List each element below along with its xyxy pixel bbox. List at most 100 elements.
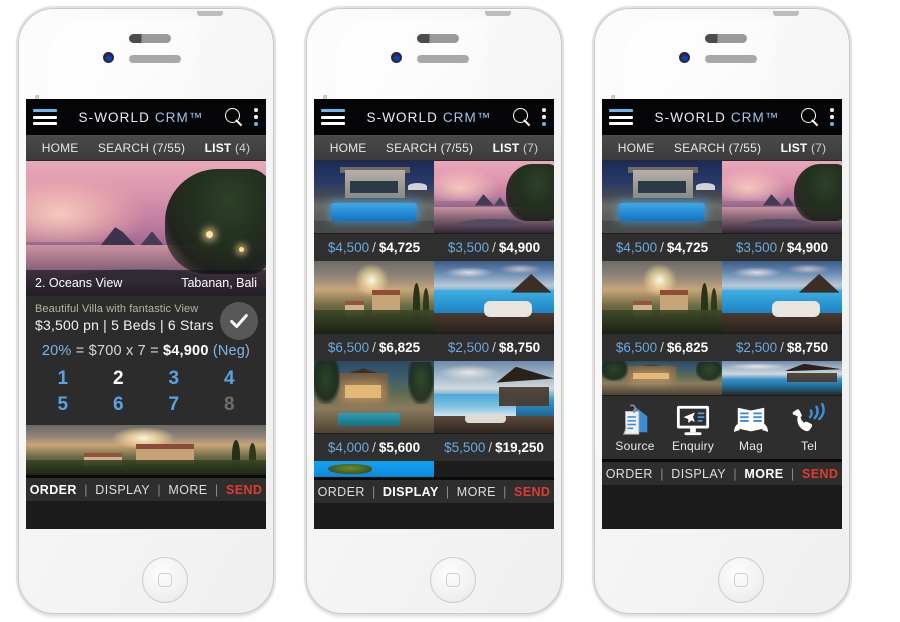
detail-summary-row: Beautiful Villa with fantastic View $3,5…	[35, 302, 258, 340]
grid-item[interactable]	[314, 461, 434, 477]
night-option-1[interactable]: 1	[35, 368, 91, 390]
night-option-2[interactable]: 2	[91, 368, 147, 390]
tab-home[interactable]: HOME	[42, 141, 79, 155]
action-send[interactable]: SEND	[802, 467, 838, 481]
hamburger-icon[interactable]	[33, 109, 57, 125]
grid-item[interactable]: $4,000 / $5,600	[314, 361, 434, 461]
tab-home[interactable]: HOME	[330, 141, 367, 155]
night-option-6[interactable]: 6	[91, 394, 147, 416]
thumb-tropical-daybed-deck	[722, 261, 842, 333]
action-source-label: Source	[615, 439, 655, 453]
tab-list-count: (7)	[810, 140, 827, 155]
monitor-airplane-icon	[676, 405, 710, 436]
home-button[interactable]	[430, 557, 476, 603]
commission-calculation: 20% = $700 x 7 = $4,900 (Neg)	[35, 343, 257, 359]
price-divider: /	[372, 240, 376, 255]
grid-row-partial	[602, 361, 842, 395]
grid-item[interactable]	[722, 361, 842, 395]
price-divider: /	[780, 240, 784, 255]
grid-item[interactable]: $6,500 / $6,825	[602, 261, 722, 361]
action-order[interactable]: ORDER	[30, 483, 77, 497]
brand-suffix: CRM™	[154, 109, 204, 125]
phone-2: S-WORLD CRM™ HOME SEARCH (7/55) LIST (7)	[288, 4, 576, 618]
grid-item[interactable]: $2,500 / $8,750	[722, 261, 842, 361]
night-option-3[interactable]: 3	[146, 368, 202, 390]
checkmark-icon[interactable]	[220, 302, 258, 340]
night-option-7[interactable]: 7	[146, 394, 202, 416]
brand-suffix: CRM™	[730, 109, 780, 125]
power-button[interactable]	[485, 11, 511, 16]
action-display[interactable]: DISPLAY	[95, 483, 150, 497]
tab-list-label: LIST	[780, 140, 808, 155]
tab-search[interactable]: SEARCH (7/55)	[386, 141, 473, 155]
action-tel[interactable]: Tel	[780, 403, 838, 453]
earpiece-speaker	[417, 34, 459, 43]
tab-list[interactable]: LIST (4)	[205, 141, 251, 155]
grid-row: $6,500 / $6,825 $2,500 / $8,750	[602, 261, 842, 361]
grid-item[interactable]: $6,500 / $6,825	[314, 261, 434, 361]
tab-search[interactable]: SEARCH (7/55)	[674, 141, 761, 155]
grid-item[interactable]: $3,500 / $4,900	[434, 161, 554, 261]
home-button[interactable]	[142, 557, 188, 603]
separator-1: |	[660, 466, 664, 481]
price-row: $3,500 / $4,900	[722, 233, 842, 261]
action-enquiry[interactable]: Enquiry	[664, 403, 722, 453]
action-order[interactable]: ORDER	[606, 467, 653, 481]
separator-3: |	[503, 484, 507, 499]
action-more[interactable]: MORE	[457, 485, 496, 499]
tab-search[interactable]: SEARCH (7/55)	[98, 141, 185, 155]
action-display[interactable]: DISPLAY	[671, 467, 726, 481]
grid-item[interactable]: $3,500 / $4,900	[722, 161, 842, 261]
hero-image[interactable]: 2. Oceans View Tabanan, Bali	[26, 161, 266, 296]
grid-item[interactable]: $5,500 / $19,250	[434, 361, 554, 461]
price-low: $2,500	[735, 340, 778, 355]
action-more[interactable]: MORE	[744, 467, 783, 481]
home-square-icon	[158, 573, 172, 587]
night-option-5[interactable]: 5	[35, 394, 91, 416]
action-more[interactable]: MORE	[168, 483, 207, 497]
tab-list[interactable]: LIST (7)	[781, 141, 827, 155]
hamburger-icon[interactable]	[321, 109, 345, 125]
search-icon[interactable]	[513, 107, 532, 127]
tab-home[interactable]: HOME	[618, 141, 655, 155]
home-button[interactable]	[718, 557, 764, 603]
price-low: $3,500	[735, 240, 778, 255]
tab-list[interactable]: LIST (7)	[493, 141, 539, 155]
grid-item[interactable]: $4,500 / $4,725	[314, 161, 434, 261]
search-icon[interactable]	[225, 107, 244, 127]
separator-2: |	[733, 466, 738, 481]
app-brand: S-WORLD CRM™	[64, 110, 218, 125]
night-option-8: 8	[223, 394, 235, 415]
bottom-action-bar: ORDER | DISPLAY | MORE | SEND	[314, 477, 554, 503]
next-property-strip[interactable]	[26, 425, 266, 475]
grid-item[interactable]: $2,500 / $8,750	[434, 261, 554, 361]
action-send[interactable]: SEND	[514, 485, 550, 499]
action-source[interactable]: Source	[606, 403, 664, 453]
grid-item[interactable]	[602, 361, 722, 395]
power-button[interactable]	[773, 11, 799, 16]
action-display[interactable]: DISPLAY	[383, 485, 439, 499]
power-button[interactable]	[197, 11, 223, 16]
action-mag[interactable]: Mag	[722, 403, 780, 453]
price-divider: /	[780, 340, 784, 355]
kebab-menu-icon[interactable]	[542, 108, 547, 126]
action-send[interactable]: SEND	[226, 483, 262, 497]
price-low: $4,500	[615, 240, 658, 255]
price-low: $2,500	[447, 340, 490, 355]
kebab-menu-icon[interactable]	[254, 108, 259, 126]
secondary-speaker	[129, 55, 181, 63]
grid-item[interactable]: $4,500 / $4,725	[602, 161, 722, 261]
title-bar: S-WORLD CRM™	[26, 99, 266, 135]
kebab-menu-icon[interactable]	[830, 108, 835, 126]
price-row: $4,000 / $5,600	[314, 433, 434, 461]
action-order[interactable]: ORDER	[318, 485, 365, 499]
hamburger-icon[interactable]	[609, 109, 633, 125]
night-option-4[interactable]: 4	[202, 368, 258, 390]
price-row: $3,500 / $4,900	[434, 233, 554, 261]
calc-total: $4,900	[163, 343, 209, 359]
search-icon[interactable]	[801, 107, 820, 127]
price-high: $4,900	[498, 240, 541, 255]
price-low: $3,500	[447, 240, 490, 255]
night-number-grid: 1 2 3 4 5 6 7 8	[35, 368, 257, 416]
thumb-tuscany-sunset-villa	[314, 261, 434, 333]
